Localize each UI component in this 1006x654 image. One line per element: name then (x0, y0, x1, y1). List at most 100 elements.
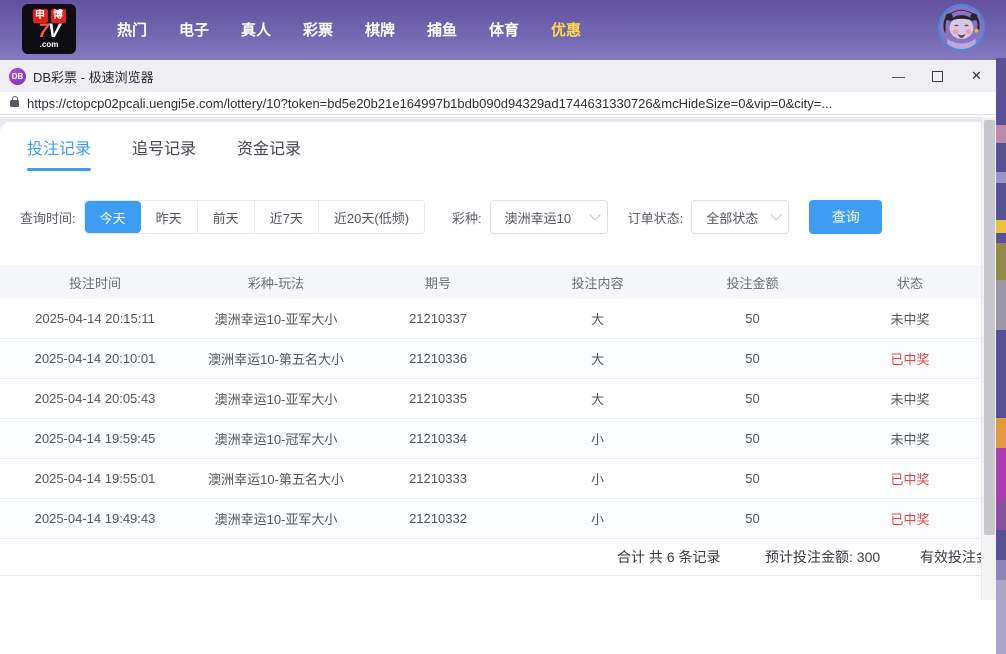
nav-item-3[interactable]: 彩票 (302, 19, 334, 40)
site-navbar: 申 博 7V .com 热门 电子 真人 彩票 棋牌 捕鱼 体育 优惠 (0, 0, 1006, 58)
nav-item-7[interactable]: 优惠 (550, 19, 582, 40)
cell-game-play: 澳洲幸运10-第五名大小 (190, 469, 362, 488)
cell-issue-number: 21210334 (362, 431, 514, 446)
strip-segment-4 (996, 183, 1006, 220)
cell-issue-number: 21210333 (362, 471, 514, 486)
time-option-1[interactable]: 昨天 (141, 201, 197, 233)
cell-status: 已中奖 (824, 349, 996, 368)
logo-suffix: .com (40, 41, 59, 49)
order-status-select[interactable]: 全部状态 (691, 200, 789, 234)
page-background: 投注记录追号记录资金记录 查询时间: 今天昨天前天近7天近20天(低频) 彩种:… (0, 117, 996, 654)
nav-item-0[interactable]: 热门 (116, 19, 148, 40)
cell-game-play: 澳洲幸运10-第五名大小 (190, 349, 362, 368)
cell-bet-amount: 50 (681, 391, 824, 406)
nav-item-6[interactable]: 体育 (488, 19, 520, 40)
column-header-2: 期号 (362, 273, 514, 292)
nav-item-1[interactable]: 电子 (178, 19, 210, 40)
tab-2[interactable]: 资金记录 (235, 122, 303, 172)
maximize-button[interactable] (918, 60, 957, 92)
site-logo[interactable]: 申 博 7V .com (22, 4, 76, 54)
nav-item-5[interactable]: 捕鱼 (426, 19, 458, 40)
time-option-2[interactable]: 前天 (197, 201, 254, 233)
column-header-3: 投注内容 (514, 273, 681, 292)
search-button[interactable]: 查询 (809, 200, 882, 234)
lottery-select[interactable]: 澳洲幸运10 (490, 200, 608, 234)
cell-bet-content: 小 (514, 429, 681, 448)
tab-1[interactable]: 追号记录 (130, 122, 198, 172)
lottery-select-value: 澳洲幸运10 (505, 208, 571, 227)
site-nav-items: 热门 电子 真人 彩票 棋牌 捕鱼 体育 优惠 (116, 19, 582, 40)
column-header-0: 投注时间 (0, 273, 190, 292)
table-row: 2025-04-14 20:10:01 澳洲幸运10-第五名大小 2121033… (0, 339, 996, 379)
strip-segment-7 (996, 243, 1006, 280)
close-icon: ✕ (971, 68, 982, 84)
column-header-1: 彩种-玩法 (190, 273, 362, 292)
cell-status: 未中奖 (824, 429, 996, 448)
cell-bet-time: 2025-04-14 19:59:45 (0, 431, 190, 446)
cell-bet-amount: 50 (681, 431, 824, 446)
record-tabs: 投注记录追号记录资金记录 (0, 122, 996, 172)
db-favicon-icon: DB (9, 68, 26, 85)
cell-status: 未中奖 (824, 309, 996, 328)
table-row: 2025-04-14 20:15:11 澳洲幸运10-亚军大小 21210337… (0, 299, 996, 339)
maximize-icon (932, 71, 943, 82)
window-title: DB彩票 - 极速浏览器 (33, 67, 154, 86)
cell-issue-number: 21210332 (362, 511, 514, 526)
content-card: 投注记录追号记录资金记录 查询时间: 今天昨天前天近7天近20天(低频) 彩种:… (0, 122, 996, 654)
column-header-4: 投注金额 (681, 273, 824, 292)
filter-bar: 查询时间: 今天昨天前天近7天近20天(低频) 彩种: 澳洲幸运10 订单状态:… (20, 200, 996, 234)
strip-segment-10 (996, 418, 1006, 448)
scrollbar-thumb[interactable] (984, 120, 995, 535)
strip-segment-15 (996, 580, 1006, 654)
summary-total: 合计 共 6 条记录 (617, 547, 720, 567)
cell-bet-amount: 50 (681, 311, 824, 326)
background-page-strip (996, 58, 1006, 654)
tab-0[interactable]: 投注记录 (25, 122, 93, 172)
url-text: https://ctopcp02pcali.uengi5e.com/lotter… (27, 96, 832, 111)
strip-segment-5 (996, 220, 1006, 233)
chevron-down-icon (771, 209, 782, 220)
user-avatar[interactable] (938, 4, 985, 51)
cell-game-play: 澳洲幸运10-亚军大小 (190, 509, 362, 528)
time-option-3[interactable]: 近7天 (254, 201, 318, 233)
cell-status: 已中奖 (824, 509, 996, 528)
cell-bet-amount: 50 (681, 351, 824, 366)
strip-segment-0 (996, 58, 1006, 125)
status-filter-label: 订单状态: (628, 208, 684, 227)
time-range-group: 今天昨天前天近7天近20天(低频) (84, 200, 425, 234)
scrollbar-track[interactable] (981, 117, 996, 600)
cell-bet-content: 大 (514, 349, 681, 368)
strip-segment-9 (996, 330, 1006, 418)
cell-bet-time: 2025-04-14 19:55:01 (0, 471, 190, 486)
url-bar[interactable]: https://ctopcp02pcali.uengi5e.com/lotter… (0, 92, 996, 115)
status-select-value: 全部状态 (706, 208, 758, 227)
table-row: 2025-04-14 19:49:43 澳洲幸运10-亚军大小 21210332… (0, 499, 996, 539)
cell-game-play: 澳洲幸运10-亚军大小 (190, 389, 362, 408)
nav-item-4[interactable]: 棋牌 (364, 19, 396, 40)
cell-issue-number: 21210335 (362, 391, 514, 406)
table-header: 投注时间彩种-玩法期号投注内容投注金额状态 (0, 265, 996, 299)
time-option-4[interactable]: 近20天(低频) (318, 201, 424, 233)
cell-bet-time: 2025-04-14 20:15:11 (0, 311, 190, 326)
strip-segment-1 (996, 125, 1006, 143)
time-filter-label: 查询时间: (20, 208, 76, 227)
cell-bet-content: 大 (514, 309, 681, 328)
cell-bet-time: 2025-04-14 20:10:01 (0, 351, 190, 366)
strip-segment-14 (996, 560, 1006, 580)
cell-issue-number: 21210336 (362, 351, 514, 366)
table-row: 2025-04-14 19:59:45 澳洲幸运10-冠军大小 21210334… (0, 419, 996, 459)
column-header-5: 状态 (824, 273, 996, 292)
minimize-button[interactable]: — (879, 60, 918, 92)
table-row: 2025-04-14 19:55:01 澳洲幸运10-第五名大小 2121033… (0, 459, 996, 499)
window-titlebar: DB DB彩票 - 极速浏览器 — ✕ (0, 60, 996, 92)
close-button[interactable]: ✕ (957, 60, 996, 92)
cell-game-play: 澳洲幸运10-冠军大小 (190, 429, 362, 448)
nav-item-2[interactable]: 真人 (240, 19, 272, 40)
cell-issue-number: 21210337 (362, 311, 514, 326)
strip-segment-13 (996, 530, 1006, 560)
window-controls: — ✕ (879, 60, 996, 92)
lottery-filter-label: 彩种: (452, 208, 482, 227)
time-option-0[interactable]: 今天 (85, 201, 141, 233)
chevron-down-icon (589, 209, 600, 220)
avatar-illustration (940, 6, 983, 49)
